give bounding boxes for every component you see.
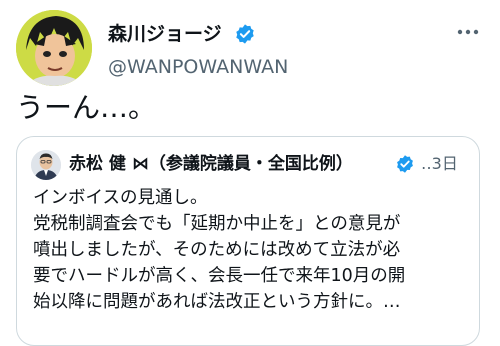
tweet: 森川ジョージ @WANPOWANWAN うーん…。 赤松 健 ⋈（参議院議員・全… xyxy=(0,0,500,346)
verified-badge-icon xyxy=(397,155,413,173)
quote-timestamp[interactable]: ‥3日 xyxy=(421,153,458,175)
quote-text: インボイスの見通し。 党税制調査会でも「延期か中止を」との意見が 噴出しましたが… xyxy=(33,185,473,315)
quote-avatar-image xyxy=(31,150,61,180)
author-avatar[interactable] xyxy=(16,10,92,86)
avatar-image xyxy=(16,10,92,86)
quote-text-line: インボイスの見通し。 xyxy=(33,188,208,208)
quoted-tweet-card[interactable]: 赤松 健 ⋈（参議院議員・全国比例） ‥3日 インボイスの見通し。 党税制調査会… xyxy=(16,136,480,346)
quote-author-name[interactable]: 赤松 健 ⋈（参議院議員・全国比例） xyxy=(69,153,353,175)
author-name[interactable]: 森川ジョージ xyxy=(108,22,222,46)
tweet-text: うーん…。 xyxy=(16,91,157,124)
quote-author-avatar[interactable] xyxy=(31,150,61,180)
quote-text-line: 党税制調査会でも「延期か中止を」との意見が xyxy=(33,214,401,234)
quote-text-line: 要でハードルが高く、会長一任で来年10月の開 xyxy=(33,266,406,286)
more-options-icon[interactable] xyxy=(448,22,488,42)
verified-badge-icon xyxy=(236,24,254,44)
quote-text-line: 噴出しましたが、そのためには改めて立法が必 xyxy=(33,240,401,260)
quote-text-line: 始以降に問題があれば法改正という方針に。… xyxy=(33,292,401,312)
author-handle[interactable]: @WANPOWANWAN xyxy=(108,55,288,79)
